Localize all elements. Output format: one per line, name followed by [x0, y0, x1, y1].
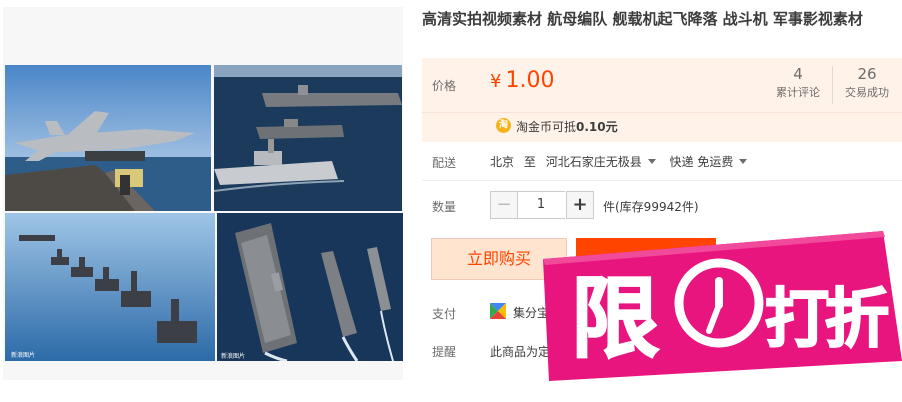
photo-watermark: 新浪图片 — [11, 351, 35, 359]
coin-text: 淘金币可抵 — [516, 120, 577, 134]
currency-symbol: ¥ — [490, 71, 502, 92]
promo-char-3: 折 — [825, 283, 889, 357]
promo-char-1: 限 — [571, 267, 659, 370]
stat-divider — [832, 66, 833, 104]
quantity-input[interactable]: 1 — [517, 191, 565, 219]
price-label: 价格 — [432, 79, 457, 93]
promo-char-2: 打 — [765, 283, 829, 357]
photo-watermark: 新浪图片 — [221, 352, 245, 360]
shipping-row: 北京 至 河北石家庄无极县 快递 免运费 — [490, 153, 757, 170]
quantity-increase-button[interactable]: + — [566, 191, 594, 219]
photo-carrier-aerial[interactable]: 新浪图片 — [217, 213, 403, 361]
destination-text: 河北石家庄无极县 — [545, 155, 642, 169]
price-amount: 1.00 — [505, 68, 555, 93]
jifenbao-icon — [490, 303, 506, 319]
payment-label: 支付 — [432, 307, 457, 321]
price-panel: 价格 ¥1.00 4 累计评论 26 交易成功 淘 淘金币可抵0.10元 — [422, 58, 902, 142]
taojinbi-coin-icon: 淘 — [496, 118, 511, 133]
quantity-decrease-button[interactable]: − — [490, 191, 518, 219]
limited-discount-sticker: 限 打 折 — [543, 231, 902, 381]
reviews-count: 4 — [793, 65, 803, 83]
product-title: 高清实拍视频素材 航母编队 舰载机起飞降落 战斗机 军事影视素材 — [422, 10, 863, 28]
trades-count: 26 — [857, 65, 877, 83]
remind-text: 此商品为定 — [490, 345, 551, 359]
price-value: ¥1.00 — [490, 68, 554, 93]
ship-from: 北京 — [490, 155, 515, 169]
chevron-down-icon — [647, 159, 656, 164]
reviews-stat[interactable]: 4 累计评论 — [769, 64, 827, 102]
chevron-down-icon — [739, 159, 748, 164]
remind-label: 提醒 — [432, 345, 457, 359]
photo-fighter-jet[interactable] — [5, 65, 211, 211]
photo-fleet-line[interactable]: 新浪图片 — [5, 213, 215, 361]
ship-to-word: 至 — [523, 155, 536, 169]
price-separator — [422, 112, 902, 113]
section-divider — [422, 180, 902, 181]
trades-label: 交易成功 — [845, 86, 889, 99]
shipping-method-select[interactable]: 快递 免运费 — [670, 155, 758, 169]
reviews-label: 累计评论 — [776, 86, 820, 99]
stock-info: 件(库存99942件) — [603, 200, 699, 214]
product-image-gallery[interactable]: 新浪图片 新浪图片 — [3, 7, 403, 380]
photo-carrier-escorts[interactable] — [214, 65, 402, 211]
destination-select[interactable]: 河北石家庄无极县 — [546, 155, 666, 169]
shipping-method-text: 快递 免运费 — [669, 155, 734, 169]
coin-value: 0.10元 — [576, 120, 618, 134]
coin-discount-text: 淘金币可抵0.10元 — [516, 118, 618, 135]
quantity-label: 数量 — [432, 200, 457, 214]
trades-stat: 26 交易成功 — [838, 64, 896, 102]
shipping-label: 配送 — [432, 156, 457, 170]
